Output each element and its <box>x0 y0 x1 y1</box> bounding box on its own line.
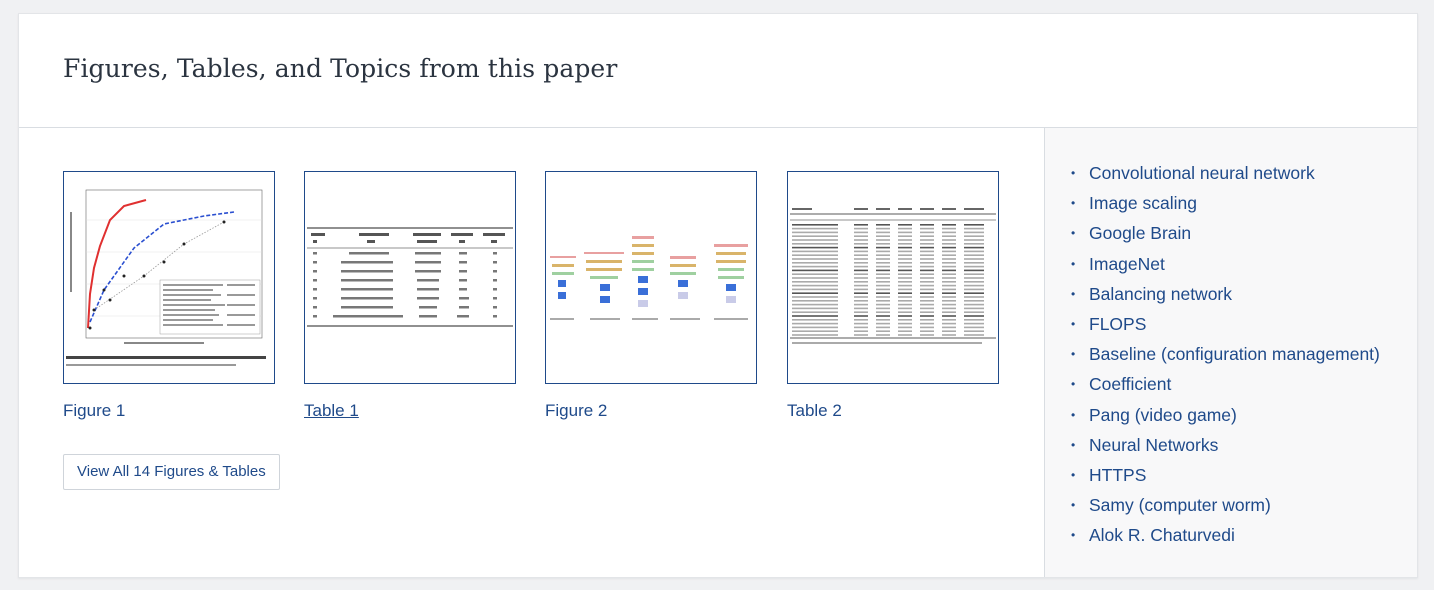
bullet-icon: • <box>1071 528 1076 543</box>
figures-topics-card: Figures, Tables, and Topics from this pa… <box>18 13 1418 578</box>
table-2-caption[interactable]: Table 2 <box>787 401 842 421</box>
topic-item[interactable]: • ImageNet <box>1071 249 1380 279</box>
bullet-icon: • <box>1071 498 1076 513</box>
bullet-icon: • <box>1071 437 1076 452</box>
topic-link[interactable]: FLOPS <box>1089 314 1146 334</box>
figure-1-thumbnail[interactable] <box>63 171 275 384</box>
bullet-icon: • <box>1071 316 1076 331</box>
topic-item[interactable]: • HTTPS <box>1071 460 1380 490</box>
figure-2-caption[interactable]: Figure 2 <box>545 401 607 421</box>
bullet-icon: • <box>1071 377 1076 392</box>
figure-card-3[interactable]: Figure 2 <box>545 171 757 421</box>
topic-item[interactable]: • Samy (computer worm) <box>1071 490 1380 520</box>
topics-list: • Convolutional neural network • Image scal… <box>1071 158 1380 550</box>
bullet-icon: • <box>1071 467 1076 482</box>
topic-item[interactable]: • Convolutional neural network <box>1071 158 1380 188</box>
bullet-icon: • <box>1071 226 1076 241</box>
topic-item[interactable]: • Alok R. Chaturvedi <box>1071 520 1380 550</box>
figures-section: Figure 1 Table 1 Figure 2 Table 2 View A… <box>19 128 1044 577</box>
topic-link[interactable]: Alok R. Chaturvedi <box>1089 525 1235 545</box>
topic-link[interactable]: Image scaling <box>1089 193 1197 213</box>
view-all-figures-button[interactable]: View All 14 Figures & Tables <box>63 454 280 490</box>
figure-card-2[interactable]: Table 1 <box>304 171 516 421</box>
table-1-thumbnail-image <box>307 227 513 327</box>
topics-panel: • Convolutional neural network • Image scal… <box>1044 128 1417 577</box>
figure-1-caption[interactable]: Figure 1 <box>63 401 125 421</box>
table-1-caption[interactable]: Table 1 <box>304 401 359 421</box>
bullet-icon: • <box>1071 166 1076 180</box>
table-2-thumbnail[interactable] <box>787 171 999 384</box>
topic-link[interactable]: Coefficient <box>1089 374 1171 394</box>
page-title: Figures, Tables, and Topics from this pa… <box>63 54 618 83</box>
topic-item[interactable]: • FLOPS <box>1071 309 1380 339</box>
topic-item[interactable]: • Image scaling <box>1071 188 1380 218</box>
bullet-icon: • <box>1071 196 1076 211</box>
card-header: Figures, Tables, and Topics from this pa… <box>19 14 1417 128</box>
topic-item[interactable]: • Balancing network <box>1071 279 1380 309</box>
figure-2-thumbnail[interactable] <box>545 171 757 384</box>
topic-item[interactable]: • Pang (video game) <box>1071 400 1380 430</box>
bullet-icon: • <box>1071 407 1076 422</box>
table-1-thumbnail[interactable] <box>304 171 516 384</box>
topic-link[interactable]: HTTPS <box>1089 465 1146 485</box>
bullet-icon: • <box>1071 256 1076 271</box>
topic-link[interactable]: ImageNet <box>1089 254 1165 274</box>
topic-link[interactable]: Balancing network <box>1089 284 1232 304</box>
topic-item[interactable]: • Baseline (configuration management) <box>1071 339 1380 369</box>
topic-item[interactable]: • Coefficient <box>1071 369 1380 399</box>
figure-1-thumbnail-image <box>66 189 266 366</box>
bullet-icon: • <box>1071 347 1076 362</box>
topic-item[interactable]: • Google Brain <box>1071 218 1380 248</box>
table-2-thumbnail-image <box>790 208 996 344</box>
figure-2-thumbnail-image <box>550 236 748 320</box>
topic-link[interactable]: Pang (video game) <box>1089 405 1237 425</box>
figure-card-4[interactable]: Table 2 <box>787 171 999 421</box>
topic-item[interactable]: • Neural Networks <box>1071 430 1380 460</box>
figure-card-1[interactable]: Figure 1 <box>63 171 275 421</box>
topic-link[interactable]: Neural Networks <box>1089 435 1218 455</box>
topic-link[interactable]: Baseline (configuration management) <box>1089 344 1380 364</box>
topic-link[interactable]: Google Brain <box>1089 223 1191 243</box>
bullet-icon: • <box>1071 286 1076 301</box>
topic-link[interactable]: Convolutional neural network <box>1089 163 1315 183</box>
topic-link[interactable]: Samy (computer worm) <box>1089 495 1271 515</box>
